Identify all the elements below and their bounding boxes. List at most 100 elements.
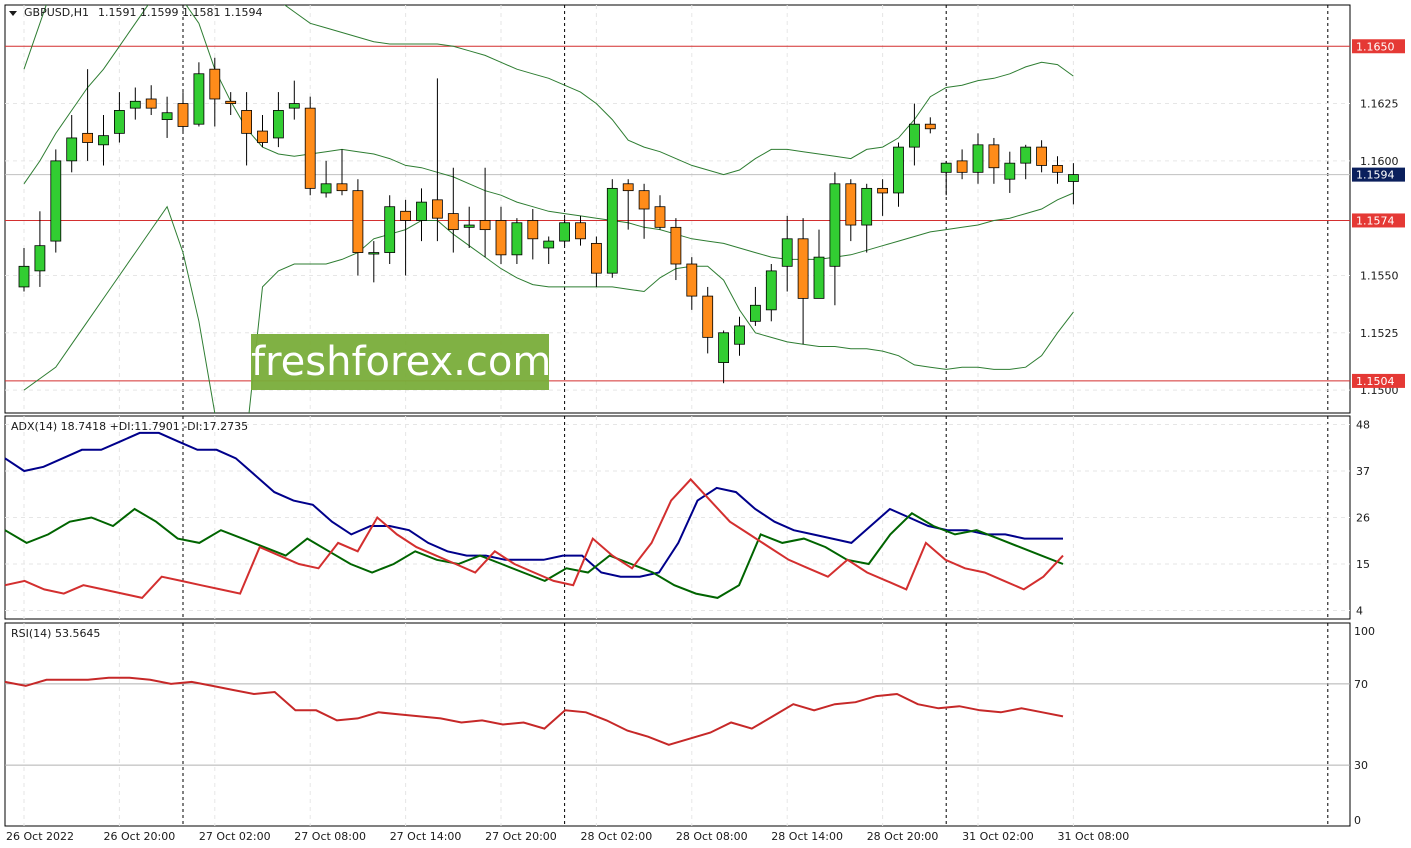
price-tick-label: 1.1600 — [1360, 155, 1399, 168]
candle-body — [543, 240, 555, 249]
candle-body — [34, 245, 46, 272]
candle-body — [368, 252, 380, 255]
candle-body — [781, 238, 793, 267]
candle-body — [400, 210, 412, 221]
time-tick-label: 27 Oct 20:00 — [485, 830, 557, 843]
adx-tick-label: 48 — [1356, 418, 1370, 431]
candle-body — [988, 144, 1000, 169]
adx-series-ADX — [4, 431, 1063, 578]
rsi-title: RSI(14) 53.5645 — [11, 627, 100, 640]
current-price-label: 1.1594 — [1356, 169, 1395, 182]
bollinger-upper-line — [23, 5, 1074, 176]
candle-body — [129, 100, 141, 109]
candle-body — [861, 187, 873, 226]
candle-body — [145, 98, 157, 109]
candle-body — [18, 265, 30, 288]
rsi-tick-label: 70 — [1354, 678, 1368, 691]
panel-frame-rsi — [4, 622, 1351, 827]
candle-body — [972, 144, 984, 173]
candle-body — [495, 220, 507, 256]
candle-body — [638, 190, 650, 210]
candle-body — [241, 110, 253, 134]
rsi-tick-label: 30 — [1354, 759, 1368, 772]
candle-body — [209, 68, 221, 100]
candle-body — [1020, 146, 1032, 164]
ohlc-readout: 1.1591 1.1599 1.1581 1.1594 — [98, 6, 262, 19]
symbol-menu-arrow-icon[interactable] — [9, 11, 17, 16]
time-tick-label: 27 Oct 08:00 — [294, 830, 366, 843]
candle-body — [320, 183, 332, 194]
time-tick-label: 26 Oct 2022 — [6, 830, 74, 843]
candle-body — [177, 103, 189, 127]
candle-body — [1004, 162, 1016, 180]
grid-layer — [4, 4, 1351, 827]
candle-body — [877, 187, 888, 194]
candle-body — [765, 270, 777, 311]
candle-body — [288, 103, 300, 109]
candle-body — [479, 220, 491, 231]
candle-body — [940, 162, 952, 173]
time-tick-label: 31 Oct 02:00 — [962, 830, 1034, 843]
adx-series--DI — [4, 477, 1064, 600]
adx-panel[interactable] — [4, 431, 1064, 600]
adx-tick-label: 37 — [1356, 465, 1370, 478]
candle-body — [431, 199, 443, 219]
freshforex-watermark: freshforex.com — [251, 334, 551, 390]
candle-body — [527, 220, 539, 240]
adx-title: ADX(14) 18.7418 +DI:11.7901 -DI:17.2735 — [11, 420, 248, 433]
candle-body — [893, 146, 904, 194]
candle-body — [82, 132, 93, 143]
candle-body — [66, 137, 78, 162]
time-tick-label: 27 Oct 14:00 — [390, 830, 462, 843]
candle-body — [575, 222, 586, 240]
candle-body — [654, 206, 666, 228]
candle-body — [670, 226, 682, 265]
candle-body — [797, 238, 809, 299]
panel-frame-main — [4, 4, 1351, 414]
candle-body — [845, 183, 857, 226]
candle-body — [272, 110, 284, 139]
rsi-panel[interactable] — [4, 676, 1350, 766]
candle-body — [114, 110, 125, 134]
price-tick-label: 1.1625 — [1360, 98, 1399, 111]
candle-body — [511, 222, 523, 256]
candle-body — [304, 107, 316, 189]
axis-layer: 1.16251.16001.15501.15251.15004837261541… — [6, 39, 1405, 843]
candle-body — [193, 73, 205, 125]
time-tick-label: 28 Oct 08:00 — [676, 830, 748, 843]
candle-body — [909, 123, 920, 148]
candle-body — [686, 263, 698, 297]
price-level-label: 1.1574 — [1356, 214, 1395, 227]
candle-body — [734, 325, 745, 345]
rsi-tick-label: 100 — [1354, 625, 1375, 638]
time-tick-label: 28 Oct 02:00 — [581, 830, 653, 843]
candle-body — [559, 222, 570, 242]
candle-body — [1036, 146, 1047, 166]
symbol-title: GBPUSD,H1 — [24, 6, 89, 19]
candle-body — [50, 160, 62, 242]
candle-body — [336, 183, 348, 192]
candle-body — [384, 206, 396, 253]
price-level-label: 1.1650 — [1356, 40, 1395, 53]
time-tick-label: 31 Oct 08:00 — [1058, 830, 1130, 843]
candle-body — [829, 183, 841, 267]
price-level-label: 1.1504 — [1356, 375, 1395, 388]
rsi-series-line — [4, 676, 1064, 746]
adx-tick-label: 15 — [1356, 558, 1370, 571]
candle-body — [702, 295, 714, 338]
candle-body — [225, 100, 237, 104]
adx-series-+DI — [4, 507, 1064, 599]
time-tick-label: 28 Oct 20:00 — [867, 830, 939, 843]
chart-canvas: 1.16251.16001.15501.15251.15004837261541… — [4, 4, 1405, 843]
price-tick-label: 1.1550 — [1360, 269, 1399, 282]
candle-body — [606, 187, 618, 274]
candle-body — [924, 123, 936, 130]
time-tick-label: 27 Oct 02:00 — [199, 830, 271, 843]
time-tick-label: 28 Oct 14:00 — [771, 830, 843, 843]
rsi-tick-label: 0 — [1354, 814, 1361, 827]
candle-body — [161, 112, 173, 121]
price-tick-label: 1.1525 — [1360, 327, 1399, 340]
candle-body — [98, 135, 109, 146]
adx-tick-label: 26 — [1356, 512, 1370, 525]
adx-tick-label: 4 — [1356, 605, 1363, 618]
